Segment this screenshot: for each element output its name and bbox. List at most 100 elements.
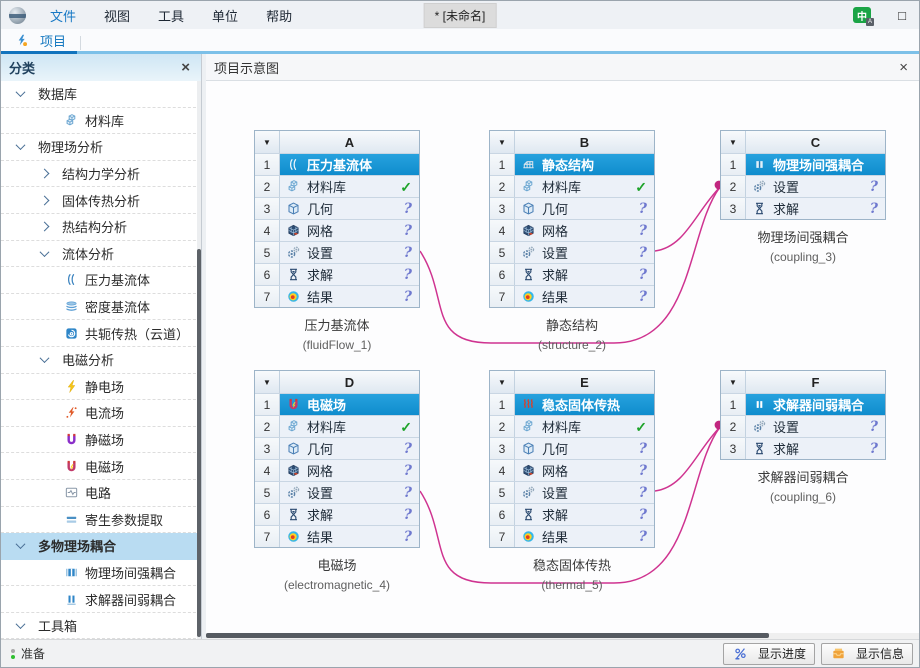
row-cell[interactable]: 结果?	[280, 526, 419, 547]
system-row[interactable]: 1静态结构	[490, 153, 654, 175]
chevron-down-icon[interactable]	[16, 141, 26, 151]
sidebar-item[interactable]: 电磁场	[1, 453, 201, 480]
sidebar-item[interactable]: 寄生参数提取	[1, 507, 201, 534]
system-row[interactable]: 2材料库✓	[255, 175, 419, 197]
menu-item[interactable]: 帮助	[252, 2, 306, 29]
chevron-right-icon[interactable]	[40, 169, 50, 179]
row-cell[interactable]: 几何?	[280, 198, 419, 219]
system-menu-dropdown[interactable]: ▼	[255, 131, 280, 153]
row-cell[interactable]: 结果?	[515, 286, 654, 307]
chevron-down-icon[interactable]	[40, 353, 50, 363]
row-cell[interactable]: 网格?	[280, 220, 419, 241]
row-cell[interactable]: 材料库✓	[280, 416, 419, 437]
row-cell[interactable]: 物理场间强耦合	[746, 154, 885, 175]
system-row[interactable]: 5设置?	[255, 241, 419, 263]
system-row[interactable]: 6求解?	[255, 503, 419, 525]
row-cell[interactable]: 结果?	[515, 526, 654, 547]
row-cell[interactable]: 求解器间弱耦合	[746, 394, 885, 415]
system-row[interactable]: 1稳态固体传热	[490, 393, 654, 415]
status-button-progress[interactable]: 显示进度	[723, 643, 815, 665]
row-cell[interactable]: 设置?	[746, 416, 885, 437]
sidebar-item[interactable]: 静磁场	[1, 427, 201, 454]
sidebar-item[interactable]: 电磁分析	[1, 347, 201, 374]
row-cell[interactable]: 设置?	[280, 482, 419, 503]
sidebar-item[interactable]: 共轭传热（云道）	[1, 320, 201, 347]
system-row[interactable]: 7结果?	[490, 285, 654, 307]
connection-wire[interactable]	[655, 187, 720, 251]
row-cell[interactable]: 求解?	[280, 504, 419, 525]
row-cell[interactable]: 设置?	[746, 176, 885, 197]
row-cell[interactable]: 电磁场	[280, 394, 419, 415]
system-row[interactable]: 3几何?	[490, 197, 654, 219]
tab-project[interactable]: 项目	[1, 29, 80, 51]
row-cell[interactable]: 求解?	[280, 264, 419, 285]
system-row[interactable]: 4网格?	[490, 459, 654, 481]
sidebar-item[interactable]: 压力基流体	[1, 267, 201, 294]
system-row[interactable]: 3几何?	[490, 437, 654, 459]
status-button-info[interactable]: 显示信息	[821, 643, 913, 665]
sidebar-scrollbar-thumb[interactable]	[197, 249, 201, 637]
row-cell[interactable]: 材料库✓	[515, 176, 654, 197]
chevron-down-icon[interactable]	[16, 87, 26, 97]
sidebar-item[interactable]: 物理场间强耦合	[1, 560, 201, 587]
row-cell[interactable]: 网格?	[515, 460, 654, 481]
row-cell[interactable]: 设置?	[515, 242, 654, 263]
menu-item[interactable]: 视图	[90, 2, 144, 29]
sidebar-item[interactable]: 热结构分析	[1, 214, 201, 241]
canvas-scrollbar-thumb[interactable]	[206, 633, 769, 638]
sidebar-item[interactable]: 材料库	[1, 108, 201, 135]
row-cell[interactable]: 设置?	[515, 482, 654, 503]
system-row[interactable]: 1物理场间强耦合	[721, 153, 885, 175]
row-cell[interactable]: 求解?	[746, 438, 885, 459]
row-cell[interactable]: 求解?	[515, 504, 654, 525]
row-cell[interactable]: 结果?	[280, 286, 419, 307]
chevron-right-icon[interactable]	[40, 222, 50, 232]
system-menu-dropdown[interactable]: ▼	[255, 371, 280, 393]
sidebar-item[interactable]: 物理场分析	[1, 134, 201, 161]
system-row[interactable]: 6求解?	[255, 263, 419, 285]
system-row[interactable]: 6求解?	[490, 263, 654, 285]
schematic-close-icon[interactable]: ×	[896, 60, 911, 75]
connection-wire[interactable]	[655, 427, 720, 491]
row-cell[interactable]: 材料库✓	[280, 176, 419, 197]
system-row[interactable]: 6求解?	[490, 503, 654, 525]
sidebar-item[interactable]: 多物理场耦合	[1, 533, 201, 560]
sidebar-item[interactable]: 密度基流体	[1, 294, 201, 321]
system-row[interactable]: 1压力基流体	[255, 153, 419, 175]
menu-item[interactable]: 文件	[36, 2, 90, 29]
row-cell[interactable]: 网格?	[515, 220, 654, 241]
sidebar-item[interactable]: 求解器间弱耦合	[1, 586, 201, 613]
system-row[interactable]: 1求解器间弱耦合	[721, 393, 885, 415]
sidebar-item[interactable]: 流体分析	[1, 241, 201, 268]
system-row[interactable]: 5设置?	[490, 241, 654, 263]
system-row[interactable]: 2材料库✓	[255, 415, 419, 437]
system-row[interactable]: 7结果?	[490, 525, 654, 547]
sidebar-item[interactable]: 数据库	[1, 81, 201, 108]
menu-item[interactable]: 工具	[144, 2, 198, 29]
sidebar-item[interactable]: 工具箱	[1, 613, 201, 639]
row-cell[interactable]: 静态结构	[515, 154, 654, 175]
sidebar-item[interactable]: 电流场	[1, 400, 201, 427]
system-row[interactable]: 4网格?	[490, 219, 654, 241]
row-cell[interactable]: 几何?	[280, 438, 419, 459]
system-row[interactable]: 1电磁场	[255, 393, 419, 415]
row-cell[interactable]: 求解?	[746, 198, 885, 219]
chevron-down-icon[interactable]	[16, 619, 26, 629]
system-row[interactable]: 4网格?	[255, 219, 419, 241]
chevron-right-icon[interactable]	[40, 195, 50, 205]
sidebar-item[interactable]: 固体传热分析	[1, 187, 201, 214]
row-cell[interactable]: 几何?	[515, 438, 654, 459]
system-row[interactable]: 4网格?	[255, 459, 419, 481]
system-row[interactable]: 7结果?	[255, 525, 419, 547]
row-cell[interactable]: 求解?	[515, 264, 654, 285]
row-cell[interactable]: 几何?	[515, 198, 654, 219]
ime-indicator-icon[interactable]: 中 A	[853, 7, 871, 23]
maximize-button[interactable]: □	[885, 1, 919, 29]
sidebar-item[interactable]: 电路	[1, 480, 201, 507]
chevron-down-icon[interactable]	[16, 540, 26, 550]
row-cell[interactable]: 网格?	[280, 460, 419, 481]
system-row[interactable]: 7结果?	[255, 285, 419, 307]
system-row[interactable]: 3几何?	[255, 197, 419, 219]
chevron-down-icon[interactable]	[40, 247, 50, 257]
system-menu-dropdown[interactable]: ▼	[721, 371, 746, 393]
